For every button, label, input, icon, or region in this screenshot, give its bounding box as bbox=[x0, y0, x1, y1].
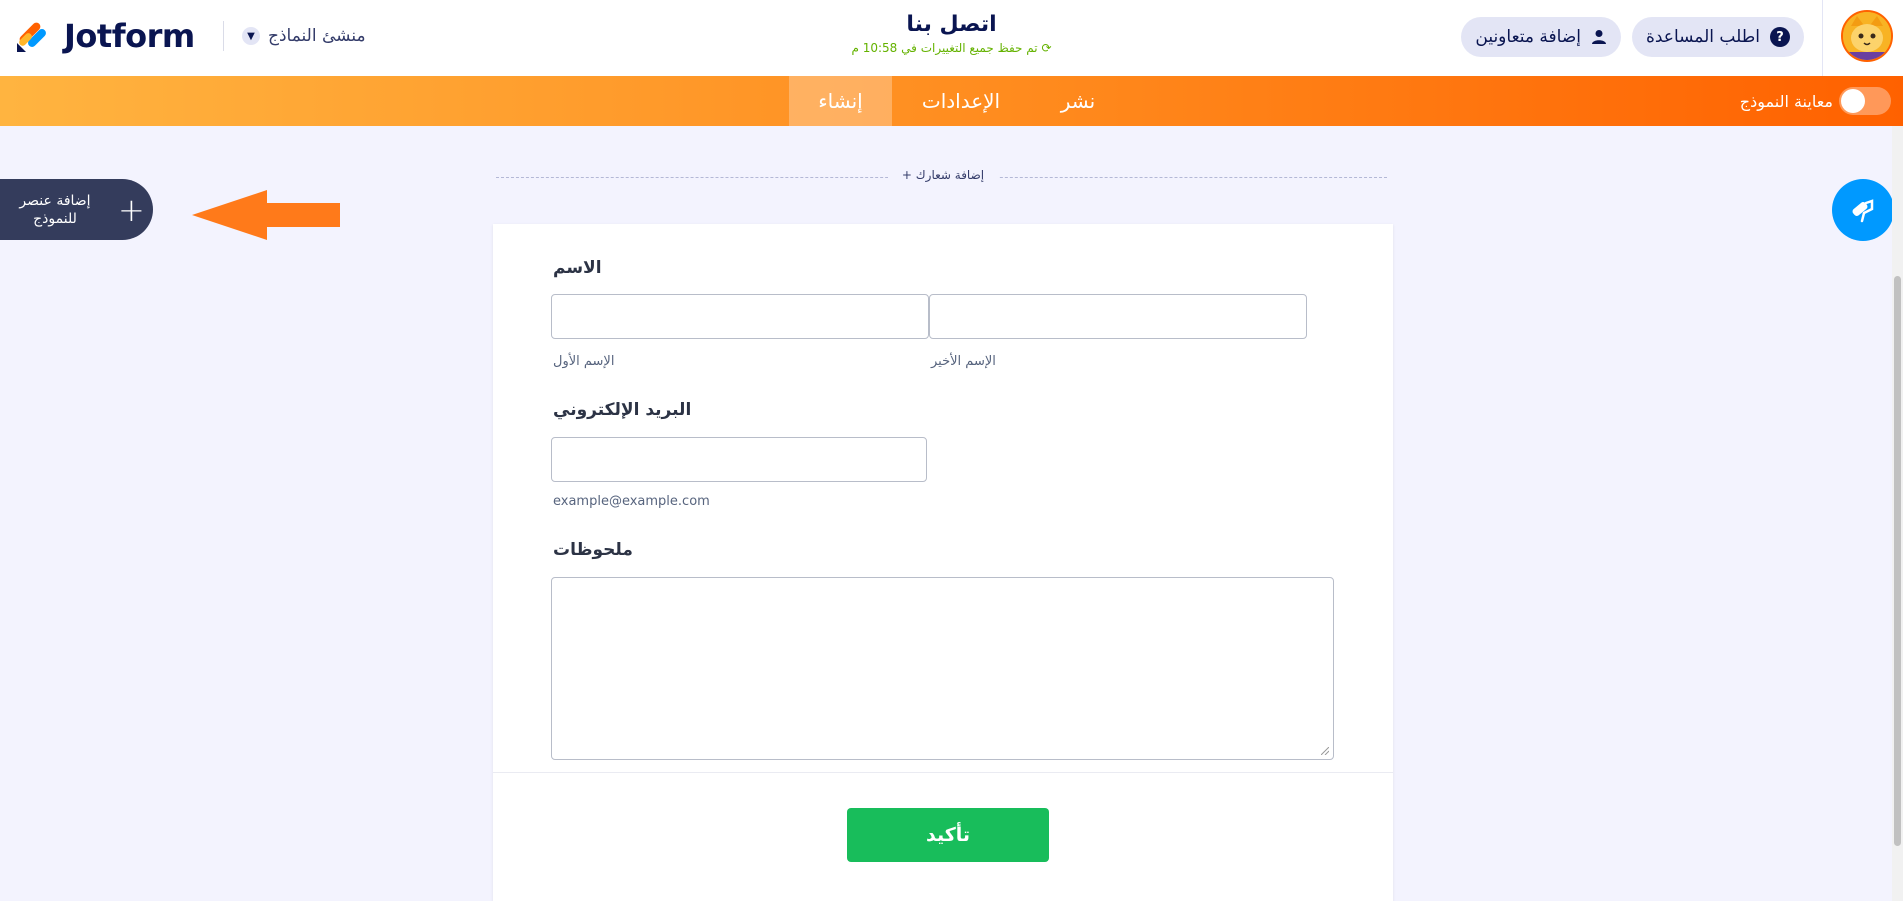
last-name-sublabel: الإسم الأخير bbox=[931, 354, 996, 369]
email-input[interactable] bbox=[551, 437, 927, 482]
save-status-text: تم حفظ جميع التغييرات في 10:58 م bbox=[851, 41, 1038, 55]
resize-handle-icon[interactable] bbox=[1321, 747, 1329, 755]
add-form-element-button[interactable]: إضافة عنصر للنموذج + bbox=[0, 179, 153, 240]
add-collaborators-label: إضافة متعاونين bbox=[1475, 27, 1581, 47]
tab-build-label: إنشاء bbox=[818, 89, 863, 113]
get-help-label: اطلب المساعدة bbox=[1645, 27, 1760, 47]
tab-settings[interactable]: الإعدادات bbox=[892, 76, 1030, 126]
tab-build[interactable]: إنشاء bbox=[789, 76, 892, 126]
preview-label: معاينة النموذج bbox=[1739, 91, 1833, 111]
add-collaborators-button[interactable]: إضافة متعاونين bbox=[1461, 17, 1621, 57]
notes-textarea[interactable] bbox=[551, 577, 1334, 760]
email-sublabel: example@example.com bbox=[553, 494, 710, 509]
refresh-icon: ⟳ bbox=[1041, 41, 1052, 55]
paint-roller-icon bbox=[1852, 199, 1874, 223]
form-preview-toggle[interactable]: معاينة النموذج bbox=[1740, 86, 1891, 116]
top-bar: Jotform منشئ النماذج ▼ اتصل بنا ⟳ تم حفظ… bbox=[0, 0, 1903, 77]
tab-publish[interactable]: نشر bbox=[1035, 76, 1121, 126]
last-name-input[interactable] bbox=[929, 294, 1307, 339]
tab-publish-label: نشر bbox=[1060, 89, 1096, 113]
first-name-sublabel: الإسم الأول bbox=[553, 354, 615, 369]
avatar-divider bbox=[1822, 0, 1823, 76]
user-icon bbox=[1592, 30, 1606, 44]
form-card: الاسم الإسم الأول الإسم الأخير البريد ال… bbox=[493, 224, 1393, 901]
get-help-button[interactable]: ? اطلب المساعدة bbox=[1631, 17, 1804, 57]
add-logo-link[interactable]: إضافة شعارك + bbox=[888, 168, 998, 182]
notes-label[interactable]: ملحوظات bbox=[553, 540, 633, 560]
preview-switch[interactable] bbox=[1839, 87, 1891, 115]
form-designer-button[interactable] bbox=[1832, 179, 1894, 241]
name-label[interactable]: الاسم bbox=[553, 258, 602, 278]
tab-settings-label: الإعدادات bbox=[921, 89, 1001, 113]
builder-nav-bar: نشر الإعدادات إنشاء معاينة النموذج bbox=[0, 76, 1903, 126]
scrollbar-thumb[interactable] bbox=[1894, 276, 1901, 846]
user-avatar[interactable] bbox=[1841, 10, 1893, 62]
form-divider bbox=[493, 772, 1393, 773]
pointer-arrow bbox=[192, 190, 340, 240]
plus-icon: + bbox=[118, 190, 145, 229]
first-name-input[interactable] bbox=[551, 294, 929, 339]
add-form-element-label: إضافة عنصر للنموذج bbox=[19, 192, 91, 227]
page-scrollbar[interactable] bbox=[1892, 126, 1903, 901]
submit-button[interactable]: تأكيد bbox=[847, 808, 1049, 862]
email-label[interactable]: البريد الإلكتروني bbox=[553, 400, 691, 420]
help-icon: ? bbox=[1770, 27, 1790, 47]
